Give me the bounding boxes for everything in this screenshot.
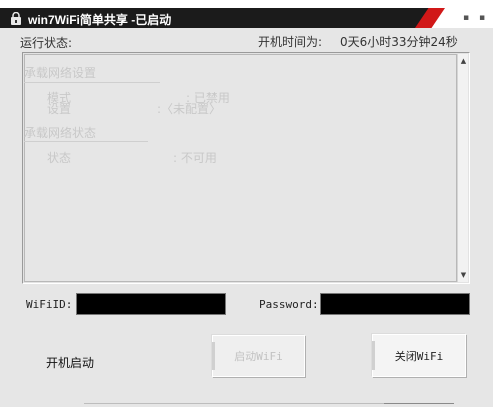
- autostart-label[interactable]: 开机启动: [46, 354, 94, 371]
- log-scrollbar[interactable]: ▲ ▼: [457, 54, 468, 282]
- uptime-label: 开机时间为:: [258, 35, 323, 49]
- main-window: win7WiFi简单共享 -已启动 ▪ ▪ 运行状态: 开机时间为: 0天6小时…: [0, 0, 493, 407]
- start-wifi-button[interactable]: 启动WiFi: [212, 335, 305, 377]
- settings-value: :〈未配置〉: [157, 102, 222, 116]
- scroll-up-arrow-icon[interactable]: ▲: [458, 56, 469, 66]
- close-button[interactable]: ▪: [476, 12, 488, 24]
- settings-label: 设置: [47, 102, 72, 116]
- status-log[interactable]: 承载网络设置 模式 : 已禁用 设置 :〈未配置〉 承载网络状态 状态 : 不可…: [22, 52, 470, 284]
- state-value: : 不可用: [173, 151, 217, 165]
- stop-wifi-button[interactable]: 关闭WiFi: [372, 334, 466, 377]
- uptime-value: 0天6小时33分钟24秒: [340, 35, 458, 49]
- divider: [84, 403, 384, 404]
- scroll-down-arrow-icon[interactable]: ▼: [458, 270, 469, 280]
- title-bar[interactable]: win7WiFi简单共享 -已启动 ▪ ▪: [0, 0, 493, 28]
- hosted-network-status-heading: 承载网络状态: [24, 126, 97, 140]
- run-status-label: 运行状态:: [20, 36, 73, 50]
- password-label: Password:: [259, 298, 319, 311]
- hosted-network-settings-heading: 承载网络设置: [24, 66, 97, 80]
- minimize-button[interactable]: ▪: [460, 12, 472, 24]
- state-label: 状态: [47, 151, 72, 165]
- divider: [384, 403, 454, 404]
- lock-icon: [11, 12, 21, 25]
- wifi-id-label: WiFiID:: [26, 298, 73, 311]
- window-title: win7WiFi简单共享 -已启动: [28, 13, 172, 27]
- wifi-id-input[interactable]: [76, 293, 226, 315]
- password-input[interactable]: [320, 293, 470, 315]
